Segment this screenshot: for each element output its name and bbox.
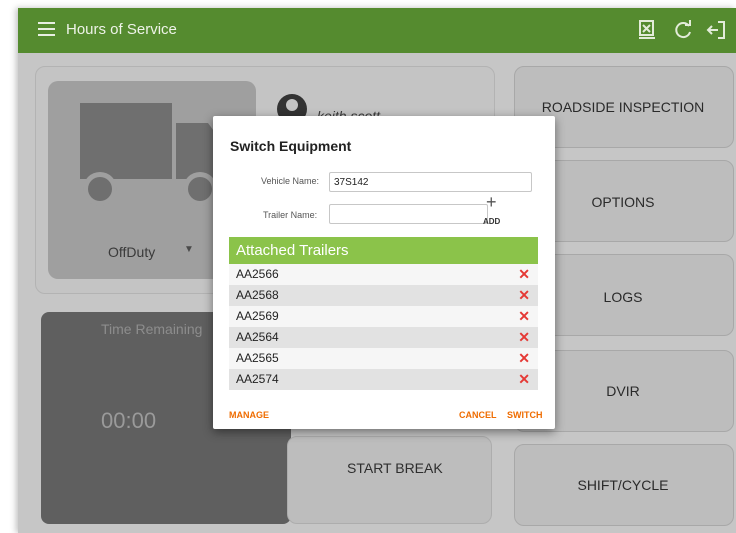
time-remaining-label: Time Remaining	[101, 321, 203, 337]
start-break-button[interactable]	[287, 436, 492, 524]
trailer-row: AA2568 ✕	[229, 285, 538, 306]
add-icon[interactable]: +	[486, 192, 497, 213]
refresh-icon[interactable]	[672, 19, 694, 41]
trailer-name: AA2574	[236, 372, 279, 386]
chevron-down-icon[interactable]: ▼	[184, 244, 194, 255]
shift-cycle-label: SHIFT/CYCLE	[577, 477, 669, 493]
attached-trailers-header: Attached Trailers	[229, 237, 538, 264]
vehicle-name-input[interactable]: 37S142	[329, 172, 532, 192]
app-title: Hours of Service	[66, 21, 177, 38]
trailer-row: AA2569 ✕	[229, 306, 538, 327]
vehicle-name-label: Vehicle Name:	[261, 176, 320, 186]
duty-status-value[interactable]: OffDuty	[108, 244, 155, 260]
trailer-row: AA2574 ✕	[229, 369, 538, 390]
trailer-name-label: Trailer Name:	[263, 210, 318, 220]
close-x-icon[interactable]: ✕	[518, 327, 530, 348]
roadside-inspection-label: ROADSIDE INSPECTION	[541, 99, 705, 115]
app-screen: Hours of Service OffDuty ▼ keith scott T…	[18, 8, 736, 533]
close-x-icon[interactable]: ✕	[518, 348, 530, 369]
truck-icon	[80, 103, 230, 206]
trailer-row: AA2564 ✕	[229, 327, 538, 348]
logout-icon[interactable]	[706, 19, 728, 41]
trailer-row: AA2565 ✕	[229, 348, 538, 369]
export-icon[interactable]	[636, 19, 658, 41]
close-x-icon[interactable]: ✕	[518, 306, 530, 327]
close-x-icon[interactable]: ✕	[518, 285, 530, 306]
trailer-name: AA2569	[236, 309, 279, 323]
trailer-name-input[interactable]	[329, 204, 488, 224]
switch-equipment-dialog: Switch Equipment Vehicle Name: 37S142 Tr…	[213, 116, 555, 429]
trailer-row: AA2566 ✕	[229, 264, 538, 285]
menu-icon[interactable]	[38, 22, 55, 36]
trailer-name: AA2568	[236, 288, 279, 302]
switch-button[interactable]: SWITCH	[507, 410, 543, 420]
trailer-name: AA2565	[236, 351, 279, 365]
manage-button[interactable]: MANAGE	[229, 410, 269, 420]
close-x-icon[interactable]: ✕	[518, 369, 530, 390]
start-break-label: START BREAK	[347, 460, 443, 476]
trailer-name: AA2566	[236, 267, 279, 281]
app-bar: Hours of Service	[18, 8, 736, 53]
dialog-title: Switch Equipment	[230, 138, 352, 154]
cancel-button[interactable]: CANCEL	[459, 410, 497, 420]
close-x-icon[interactable]: ✕	[518, 264, 530, 285]
trailer-name: AA2564	[236, 330, 279, 344]
add-trailer-button[interactable]: ADD	[483, 217, 500, 226]
time-remaining-value: 00:00	[101, 408, 157, 433]
